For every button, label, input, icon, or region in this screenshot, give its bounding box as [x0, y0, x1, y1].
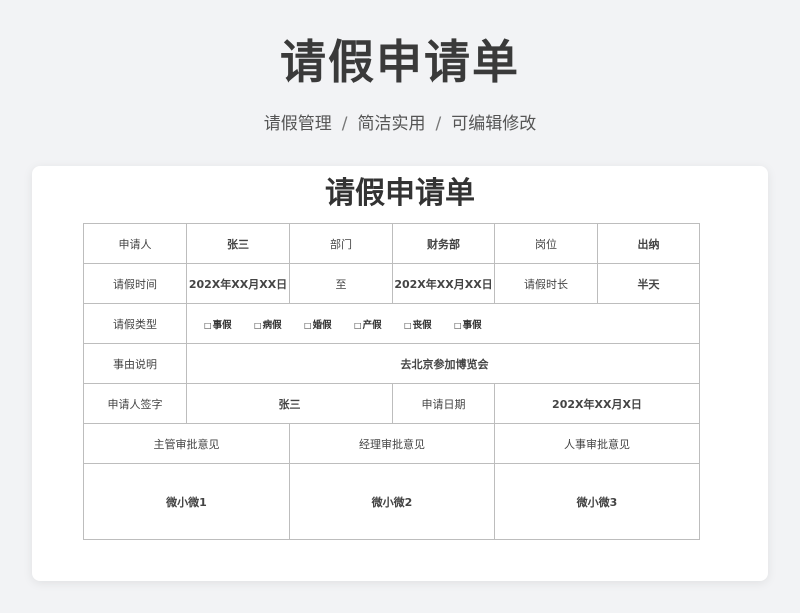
- applicant-label: 申请人: [83, 223, 187, 264]
- leave-type-option-label: 病假: [262, 319, 282, 331]
- leave-type-checkbox[interactable]: □丧假: [404, 317, 454, 331]
- subtitle-separator: /: [435, 114, 442, 134]
- apply-date-value[interactable]: 202X年XX月X日: [494, 383, 700, 424]
- leave-type-checkbox[interactable]: □事假: [204, 317, 254, 331]
- hr-approval-value[interactable]: 微小微3: [494, 463, 700, 540]
- leave-type-checkbox[interactable]: □产假: [354, 317, 404, 331]
- subtitle-part: 简洁实用: [357, 114, 426, 134]
- subtitle-part: 请假管理: [263, 114, 332, 134]
- table-row: 请假类型 □事假 □病假 □婚假 □产假 □丧假 □事假: [83, 303, 700, 344]
- leave-type-option-label: 婚假: [312, 319, 332, 331]
- duration-label: 请假时长: [494, 263, 598, 304]
- page-title: 请假申请单: [280, 35, 520, 89]
- position-label: 岗位: [494, 223, 598, 264]
- table-row: 微小微1 微小微2 微小微3: [83, 463, 700, 540]
- reason-value[interactable]: 去北京参加博览会: [186, 343, 700, 384]
- leave-type-checkbox[interactable]: □事假: [454, 317, 504, 331]
- supervisor-approval-label: 主管审批意见: [83, 423, 290, 464]
- signature-value[interactable]: 张三: [186, 383, 393, 424]
- signature-label: 申请人签字: [83, 383, 187, 424]
- checkbox-icon: □: [454, 320, 462, 330]
- checkbox-icon: □: [304, 320, 312, 330]
- apply-date-label: 申请日期: [392, 383, 495, 424]
- document-title: 请假申请单: [325, 176, 475, 211]
- manager-approval-value[interactable]: 微小微2: [289, 463, 495, 540]
- reason-label: 事由说明: [83, 343, 187, 384]
- leave-end-value[interactable]: 202X年XX月XX日: [392, 263, 495, 304]
- table-row: 事由说明 去北京参加博览会: [83, 343, 700, 384]
- leave-start-value[interactable]: 202X年XX月XX日: [186, 263, 290, 304]
- leave-type-option-label: 事假: [212, 319, 232, 331]
- leave-type-label: 请假类型: [83, 303, 187, 344]
- table-row: 主管审批意见 经理审批意见 人事审批意见: [83, 423, 700, 464]
- checkbox-icon: □: [204, 320, 212, 330]
- supervisor-approval-value[interactable]: 微小微1: [83, 463, 290, 540]
- duration-value[interactable]: 半天: [597, 263, 700, 304]
- leave-form-table: 申请人 张三 部门 财务部 岗位 出纳 请假时间 202X年XX月XX日 至 2…: [83, 223, 700, 540]
- leave-type-options: □事假 □病假 □婚假 □产假 □丧假 □事假: [186, 303, 700, 344]
- checkbox-icon: □: [404, 320, 412, 330]
- position-value[interactable]: 出纳: [597, 223, 700, 264]
- checkbox-icon: □: [254, 320, 262, 330]
- leave-type-checkbox[interactable]: □病假: [254, 317, 304, 331]
- subtitle-part: 可编辑修改: [451, 114, 537, 134]
- applicant-value[interactable]: 张三: [186, 223, 290, 264]
- hr-approval-label: 人事审批意见: [494, 423, 700, 464]
- table-row: 申请人 张三 部门 财务部 岗位 出纳: [83, 223, 700, 264]
- department-value[interactable]: 财务部: [392, 223, 495, 264]
- page-subtitle: 请假管理 / 简洁实用 / 可编辑修改: [0, 112, 800, 136]
- table-row: 申请人签字 张三 申请日期 202X年XX月X日: [83, 383, 700, 424]
- leave-type-checkbox[interactable]: □婚假: [304, 317, 354, 331]
- leave-type-option-label: 产假: [362, 319, 382, 331]
- checkbox-icon: □: [354, 320, 362, 330]
- leave-time-label: 请假时间: [83, 263, 187, 304]
- leave-type-option-label: 事假: [462, 319, 482, 331]
- subtitle-separator: /: [341, 114, 348, 134]
- department-label: 部门: [289, 223, 393, 264]
- manager-approval-label: 经理审批意见: [289, 423, 495, 464]
- to-label: 至: [289, 263, 393, 304]
- leave-type-option-label: 丧假: [412, 319, 432, 331]
- table-row: 请假时间 202X年XX月XX日 至 202X年XX月XX日 请假时长 半天: [83, 263, 700, 304]
